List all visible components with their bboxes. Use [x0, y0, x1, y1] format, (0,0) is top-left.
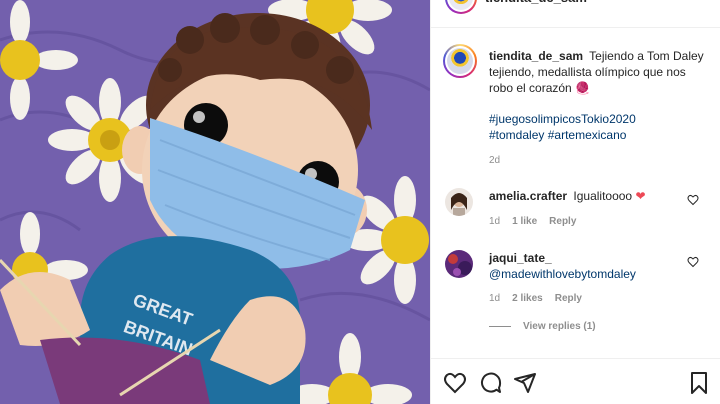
like-icon[interactable] — [443, 371, 467, 395]
comment-text: jaqui_tate_ @madewithlovebytomdaley — [489, 250, 689, 282]
post-viewer: GREAT BRITAIN tiendita_de_sam tiendita_d… — [0, 0, 720, 404]
heart-emoji: ❤ — [635, 189, 646, 203]
caption-hashtags: #juegosolimpicosTokio2020 #tomdaley #art… — [489, 111, 711, 143]
mention-link[interactable]: @madewithlovebytomdaley — [489, 267, 636, 281]
hashtag-link[interactable]: #tomdaley — [489, 128, 544, 142]
header-username[interactable]: tiendita_de_sam — [485, 0, 587, 5]
view-replies-button[interactable]: View replies (1) — [489, 321, 596, 332]
comment-text: amelia.crafter Igualitoooo ❤ — [489, 188, 689, 204]
save-icon[interactable] — [687, 371, 711, 395]
crochet-doll-image: GREAT BRITAIN — [0, 0, 430, 404]
comment-likes[interactable]: 1 like — [512, 216, 537, 227]
avatar-photo — [445, 250, 473, 278]
post-action-bar — [431, 358, 720, 404]
comment-like-icon[interactable] — [687, 194, 699, 206]
comment-time[interactable]: 1d — [489, 216, 500, 227]
hashtag-link[interactable]: #artemexicano — [548, 128, 627, 142]
replies-divider — [489, 326, 511, 327]
comment-icon[interactable] — [479, 371, 503, 395]
caption-username[interactable]: tiendita_de_sam — [489, 49, 583, 63]
comment-likes[interactable]: 2 likes — [512, 293, 543, 304]
comment-body: Igualitoooo — [573, 189, 633, 203]
comment-meta: 1d 2 likes Reply — [489, 293, 582, 304]
post-header: tiendita_de_sam — [431, 0, 720, 28]
view-replies-label: View replies (1) — [523, 321, 596, 332]
comment-username[interactable]: amelia.crafter — [489, 189, 567, 203]
comment-avatar[interactable] — [445, 188, 473, 216]
post-details-panel: tiendita_de_sam tiendita_de_sam Tejiendo… — [430, 0, 720, 404]
comment-time[interactable]: 1d — [489, 293, 500, 304]
comment-avatar[interactable] — [445, 250, 473, 278]
avatar-photo — [445, 188, 473, 216]
caption-avatar[interactable] — [443, 44, 477, 78]
reply-button[interactable]: Reply — [555, 293, 582, 304]
header-avatar[interactable] — [445, 0, 477, 14]
caption-text: tiendita_de_sam Tejiendo a Tom Daley tej… — [489, 48, 711, 96]
post-photo[interactable]: GREAT BRITAIN — [0, 0, 430, 404]
comment-like-icon[interactable] — [687, 256, 699, 268]
reply-button[interactable]: Reply — [549, 216, 576, 227]
hashtag-link[interactable]: #juegosolimpicosTokio2020 — [489, 112, 636, 126]
share-icon[interactable] — [513, 371, 537, 395]
comment-meta: 1d 1 like Reply — [489, 216, 576, 227]
comment-username[interactable]: jaqui_tate_ — [489, 251, 552, 265]
caption-timestamp[interactable]: 2d — [489, 155, 500, 166]
